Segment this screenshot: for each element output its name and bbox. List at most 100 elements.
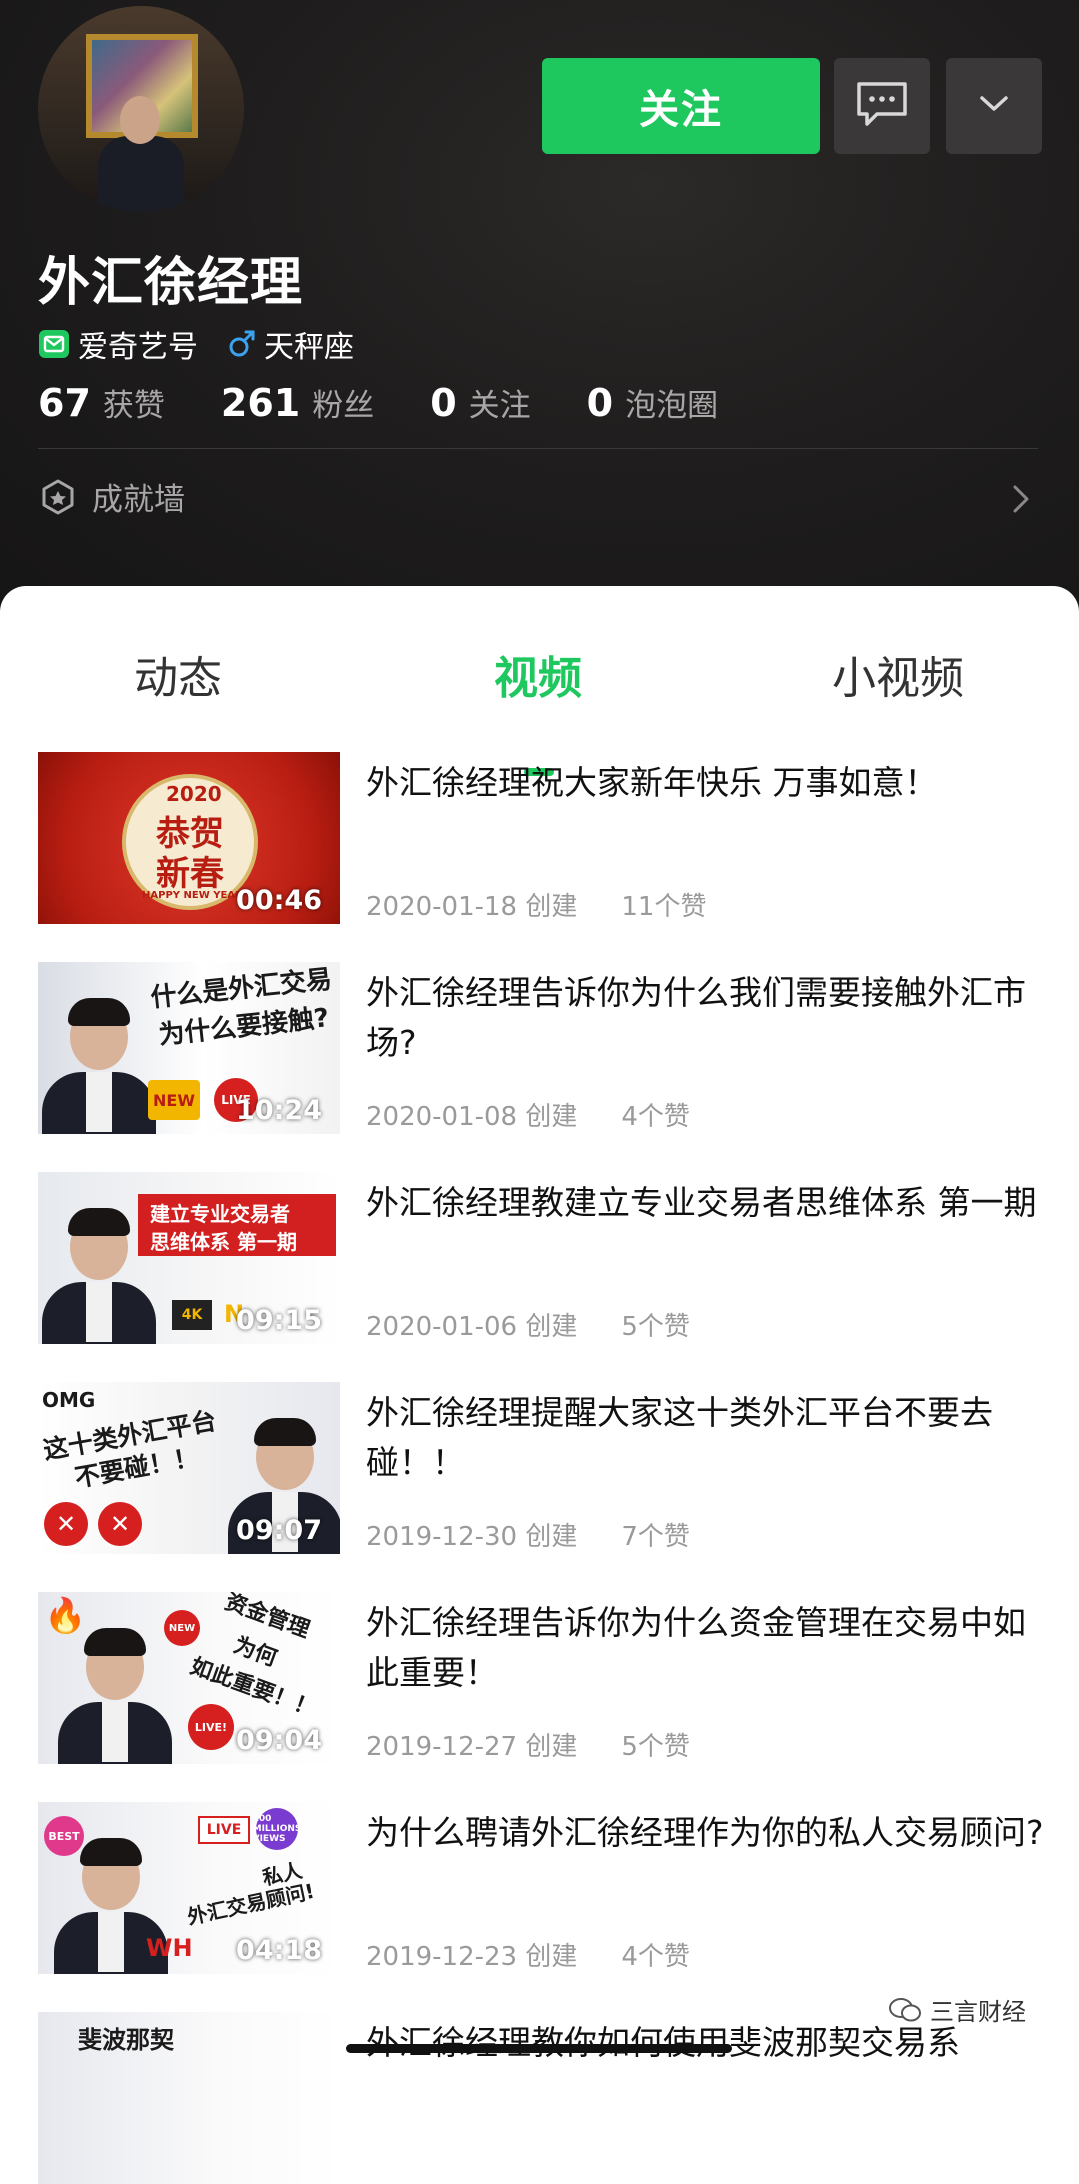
hexagon-icon <box>40 478 76 516</box>
video-title[interactable]: 外汇徐经理教建立专业交易者思维体系 第一期 <box>366 1178 1046 1228</box>
video-thumbnail[interactable]: 2020 恭贺 新春 HAPPY NEW YEAR 00:46 <box>38 752 340 924</box>
video-likes: 4个赞 <box>621 1102 690 1132</box>
video-date: 2020-01-08 创建 <box>366 1102 578 1132</box>
chevron-right-icon <box>1012 484 1030 518</box>
video-duration: 09:04 <box>236 1725 322 1756</box>
thumb-text: BEST <box>44 1816 84 1856</box>
video-thumbnail[interactable]: 🔥 NEW 资金管理 为何 如此重要！！ LIVE! 09:04 <box>38 1592 340 1764</box>
tag-label: 爱奇艺号 <box>78 330 198 365</box>
presenter-image <box>42 1172 156 1344</box>
profile-name: 外汇徐经理 <box>38 253 304 313</box>
thumb-text: LIVE <box>198 1816 250 1844</box>
achievement-label: 成就墙 <box>92 482 185 518</box>
follow-button[interactable]: 关注 <box>542 58 820 154</box>
thumb-text: 100 MILLIONS VIEWS <box>253 1808 301 1850</box>
stat-bubble-circle[interactable]: 0 泡泡圈 <box>587 380 718 425</box>
video-date: 2019-12-27 创建 <box>366 1732 578 1762</box>
message-button[interactable] <box>834 58 930 154</box>
presenter-image <box>42 962 156 1134</box>
thumb-text: LIVE! <box>188 1704 234 1750</box>
video-likes: 7个赞 <box>621 1522 690 1552</box>
video-meta: 2019-12-27 创建 5个赞 <box>366 1726 690 1763</box>
video-item[interactable]: BEST LIVE 100 MILLIONS VIEWS 私人 外汇交易顾问! … <box>38 1802 1048 1974</box>
video-item[interactable]: 什么是外汇交易 为什么要接触? NEW LIVE 10:24 外汇徐经理告诉你为… <box>38 962 1048 1134</box>
video-duration: 10:24 <box>236 1095 322 1126</box>
video-item[interactable]: 斐波那契 外汇徐经理教你如何使用斐波那契交易系 <box>38 2012 1048 2184</box>
video-thumbnail[interactable]: 斐波那契 <box>38 2012 340 2184</box>
stat-number: 0 <box>586 381 614 425</box>
thumb-text: NEW <box>148 1080 200 1120</box>
stat-number: 67 <box>38 381 91 425</box>
more-options-button[interactable] <box>946 58 1042 154</box>
video-thumbnail[interactable]: 什么是外汇交易 为什么要接触? NEW LIVE 10:24 <box>38 962 340 1134</box>
avatar[interactable] <box>38 6 244 212</box>
video-title[interactable]: 外汇徐经理告诉你为什么资金管理在交易中如此重要！ <box>366 1598 1046 1698</box>
achievement-wall-row[interactable]: 成就墙 <box>40 474 185 519</box>
tab-posts[interactable]: 动态 <box>134 642 222 706</box>
video-date: 2019-12-30 创建 <box>366 1522 578 1552</box>
thumb-text: WH <box>146 1934 193 1962</box>
iqiyi-tag: 爱奇艺号 <box>38 322 198 366</box>
thumb-text: OMG <box>42 1388 96 1412</box>
video-meta: 2019-12-30 创建 7个赞 <box>366 1516 690 1553</box>
home-indicator[interactable] <box>346 2044 732 2053</box>
stat-number: 261 <box>220 381 301 425</box>
video-date: 2019-12-23 创建 <box>366 1942 578 1972</box>
chevron-down-icon <box>979 95 1009 117</box>
video-date: 2020-01-06 创建 <box>366 1312 578 1342</box>
watermark-text: 三言财经 <box>930 1998 1026 2026</box>
thumb-text: 2020 <box>166 782 222 806</box>
video-duration: 04:18 <box>236 1935 322 1966</box>
message-icon <box>855 80 909 132</box>
header-divider <box>38 448 1038 449</box>
thumb-text: NEW <box>164 1610 200 1646</box>
video-title[interactable]: 为什么聘请外汇徐经理作为你的私人交易顾问? <box>366 1808 1046 1858</box>
video-thumbnail[interactable]: OMG 这十类外汇平台 不要碰！！ ✕ ✕ 09:07 <box>38 1382 340 1554</box>
video-meta: 2020-01-18 创建 11个赞 <box>366 886 706 923</box>
video-likes: 4个赞 <box>621 1942 690 1972</box>
thumb-text: 斐波那契 <box>78 2026 174 2054</box>
stat-likes[interactable]: 67 获赞 <box>38 380 165 425</box>
close-icon: ✕ <box>98 1502 142 1546</box>
profile-tags: 爱奇艺号 天秤座 <box>38 322 354 366</box>
video-title[interactable]: 外汇徐经理祝大家新年快乐 万事如意！ <box>366 758 1046 808</box>
thumb-text: 外汇交易顾问! <box>185 1878 317 1930</box>
thumb-text: 资金管理 <box>221 1592 313 1644</box>
video-thumbnail[interactable]: 建立专业交易者 思维体系 第一期 4K N 09:15 <box>38 1172 340 1344</box>
fire-icon: 🔥 <box>44 1596 87 1636</box>
video-likes: 5个赞 <box>621 1312 690 1342</box>
video-meta: 2020-01-06 创建 5个赞 <box>366 1306 690 1343</box>
stat-following[interactable]: 0 关注 <box>430 380 530 425</box>
video-title[interactable]: 外汇徐经理提醒大家这十类外汇平台不要去碰！！ <box>366 1388 1046 1488</box>
thumb-text: HAPPY NEW YEAR <box>142 890 243 901</box>
video-title[interactable]: 外汇徐经理告诉你为什么我们需要接触外汇市场? <box>366 968 1046 1068</box>
stat-number: 0 <box>430 381 457 425</box>
wechat-icon <box>888 1997 922 2023</box>
watermark: 三言财经 <box>888 1992 1026 2027</box>
stat-label: 关注 <box>468 388 531 424</box>
zodiac-tag: 天秤座 <box>228 322 354 366</box>
video-item[interactable]: 🔥 NEW 资金管理 为何 如此重要！！ LIVE! 09:04 外汇徐经理告诉… <box>38 1592 1048 1764</box>
video-meta: 2019-12-23 创建 4个赞 <box>366 1936 690 1973</box>
video-meta: 2020-01-08 创建 4个赞 <box>366 1096 690 1133</box>
thumb-text: 新春 <box>156 854 224 894</box>
tag-label: 天秤座 <box>264 330 354 365</box>
content-panel: 动态 视频 小视频 2020 恭贺 新春 HAPPY NEW YEAR 00:4… <box>0 586 1079 2184</box>
tab-bar: 动态 视频 小视频 <box>0 642 1079 776</box>
thumb-text: 建立专业交易者 <box>150 1202 290 1226</box>
video-thumbnail[interactable]: BEST LIVE 100 MILLIONS VIEWS 私人 外汇交易顾问! … <box>38 1802 340 1974</box>
stat-fans[interactable]: 261 粉丝 <box>221 380 374 425</box>
video-duration: 09:07 <box>236 1515 322 1546</box>
video-item[interactable]: 2020 恭贺 新春 HAPPY NEW YEAR 00:46 外汇徐经理祝大家… <box>38 752 1048 924</box>
video-item[interactable]: 建立专业交易者 思维体系 第一期 4K N 09:15 外汇徐经理教建立专业交易… <box>38 1172 1048 1344</box>
video-item[interactable]: OMG 这十类外汇平台 不要碰！！ ✕ ✕ 09:07 外汇徐经理提醒大家这十类… <box>38 1382 1048 1554</box>
stat-label: 粉丝 <box>312 388 375 424</box>
video-duration: 00:46 <box>236 885 322 916</box>
thumb-text: 4K <box>172 1300 212 1330</box>
video-duration: 09:15 <box>236 1305 322 1336</box>
stat-label: 泡泡圈 <box>625 388 719 424</box>
thumb-text: 思维体系 第一期 <box>150 1230 297 1254</box>
tab-videos[interactable]: 视频 <box>494 642 582 706</box>
male-icon <box>228 329 256 359</box>
tab-short-videos[interactable]: 小视频 <box>832 642 964 706</box>
